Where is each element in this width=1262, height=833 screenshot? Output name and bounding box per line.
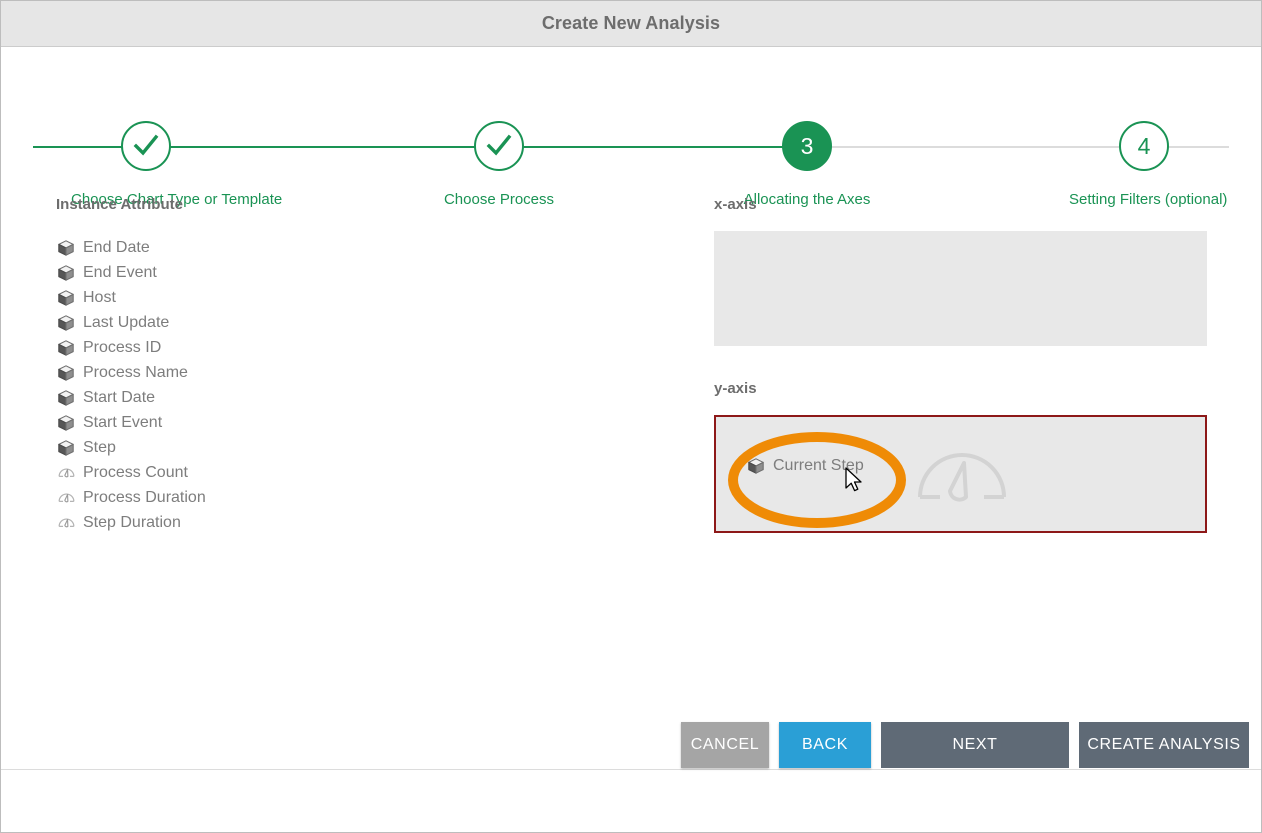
list-item[interactable]: Last Update bbox=[56, 310, 416, 335]
cube-icon bbox=[56, 388, 76, 408]
next-button[interactable]: NEXT bbox=[881, 722, 1069, 768]
list-item-label: Start Event bbox=[83, 413, 163, 431]
stepper-step-2-bubble bbox=[474, 121, 524, 171]
list-item[interactable]: Process Duration bbox=[56, 485, 416, 510]
create-new-analysis-dialog: Create New Analysis Choose Chart Type or… bbox=[0, 0, 1262, 833]
cube-icon bbox=[56, 338, 76, 358]
wizard-stepper: Choose Chart Type or Template Choose Pro… bbox=[1, 47, 1261, 208]
gauge-icon bbox=[912, 435, 1012, 518]
stepper-step-4-bubble: 4 bbox=[1119, 121, 1169, 171]
stepper-step-4-number: 4 bbox=[1137, 132, 1151, 159]
gauge-icon bbox=[56, 463, 76, 483]
stepper-step-1-bubble bbox=[121, 121, 171, 171]
stepper-step-3[interactable]: 3 Allocating the Axes bbox=[732, 121, 882, 208]
cube-icon bbox=[56, 313, 76, 333]
list-item-label: Last Update bbox=[83, 313, 170, 331]
list-item[interactable]: Process ID bbox=[56, 335, 416, 360]
page-title: Create New Analysis bbox=[541, 13, 721, 33]
back-button[interactable]: BACK bbox=[779, 722, 871, 768]
stepper-step-2-label: Choose Process bbox=[443, 191, 555, 208]
stepper-step-3-number: 3 bbox=[800, 132, 814, 159]
list-item[interactable]: Process Count bbox=[56, 460, 416, 485]
stepper-step-3-bubble: 3 bbox=[782, 121, 832, 171]
dialog-footer: CANCEL BACK NEXT CREATE ANALYSIS bbox=[1, 722, 1261, 832]
cube-icon bbox=[56, 438, 76, 458]
stepper-step-1[interactable]: Choose Chart Type or Template bbox=[71, 121, 282, 208]
stepper-step-2[interactable]: Choose Process bbox=[424, 121, 574, 208]
axes-allocation-panel: x-axis y-axis Current Step bbox=[714, 196, 1209, 533]
list-item[interactable]: Host bbox=[56, 285, 416, 310]
list-item-label: Host bbox=[83, 288, 116, 306]
x-axis-dropzone[interactable] bbox=[714, 231, 1207, 346]
list-item[interactable]: Step Duration bbox=[56, 510, 416, 535]
list-item-label: Process Duration bbox=[83, 488, 206, 506]
cube-icon bbox=[56, 263, 76, 283]
y-axis-heading: y-axis bbox=[714, 380, 757, 397]
cube-icon bbox=[56, 363, 76, 383]
dialog-title-bar: Create New Analysis bbox=[1, 1, 1261, 47]
cube-icon bbox=[56, 288, 76, 308]
instance-attribute-panel: Instance Attribute End Date End Event Ho… bbox=[56, 196, 416, 535]
create-analysis-button[interactable]: CREATE ANALYSIS bbox=[1079, 722, 1249, 768]
check-icon bbox=[484, 131, 514, 161]
list-item-label: Start Date bbox=[83, 388, 156, 406]
cube-icon bbox=[56, 238, 76, 258]
gauge-icon bbox=[56, 513, 76, 533]
cancel-button[interactable]: CANCEL bbox=[681, 722, 769, 768]
y-axis-chip[interactable]: Current Step bbox=[746, 456, 864, 476]
y-axis-chip-label: Current Step bbox=[773, 457, 864, 474]
list-item-label: Process Count bbox=[83, 463, 188, 481]
list-item[interactable]: End Event bbox=[56, 260, 416, 285]
check-icon bbox=[131, 131, 161, 161]
list-item[interactable]: Start Date bbox=[56, 385, 416, 410]
list-item[interactable]: Process Name bbox=[56, 360, 416, 385]
list-item-label: Process Name bbox=[83, 363, 188, 381]
x-axis-heading: x-axis bbox=[714, 196, 757, 213]
list-item[interactable]: Start Event bbox=[56, 410, 416, 435]
list-item-label: Process ID bbox=[83, 338, 162, 356]
cube-icon bbox=[746, 456, 766, 476]
y-axis-dropzone[interactable]: Current Step bbox=[714, 415, 1207, 533]
instance-attribute-heading: Instance Attribute bbox=[56, 196, 183, 213]
instance-attribute-list: End Date End Event Host Last Update Proc… bbox=[56, 235, 416, 535]
stepper-step-4[interactable]: 4 Setting Filters (optional) bbox=[1069, 121, 1227, 208]
cube-icon bbox=[56, 413, 76, 433]
list-item-label: Step bbox=[83, 438, 116, 456]
gauge-icon bbox=[56, 488, 76, 508]
list-item[interactable]: End Date bbox=[56, 235, 416, 260]
list-item-label: End Event bbox=[83, 263, 157, 281]
list-item[interactable]: Step bbox=[56, 435, 416, 460]
annotation-ellipse-highlight bbox=[727, 430, 907, 531]
list-item-label: Step Duration bbox=[83, 513, 181, 531]
list-item-label: End Date bbox=[83, 238, 150, 256]
